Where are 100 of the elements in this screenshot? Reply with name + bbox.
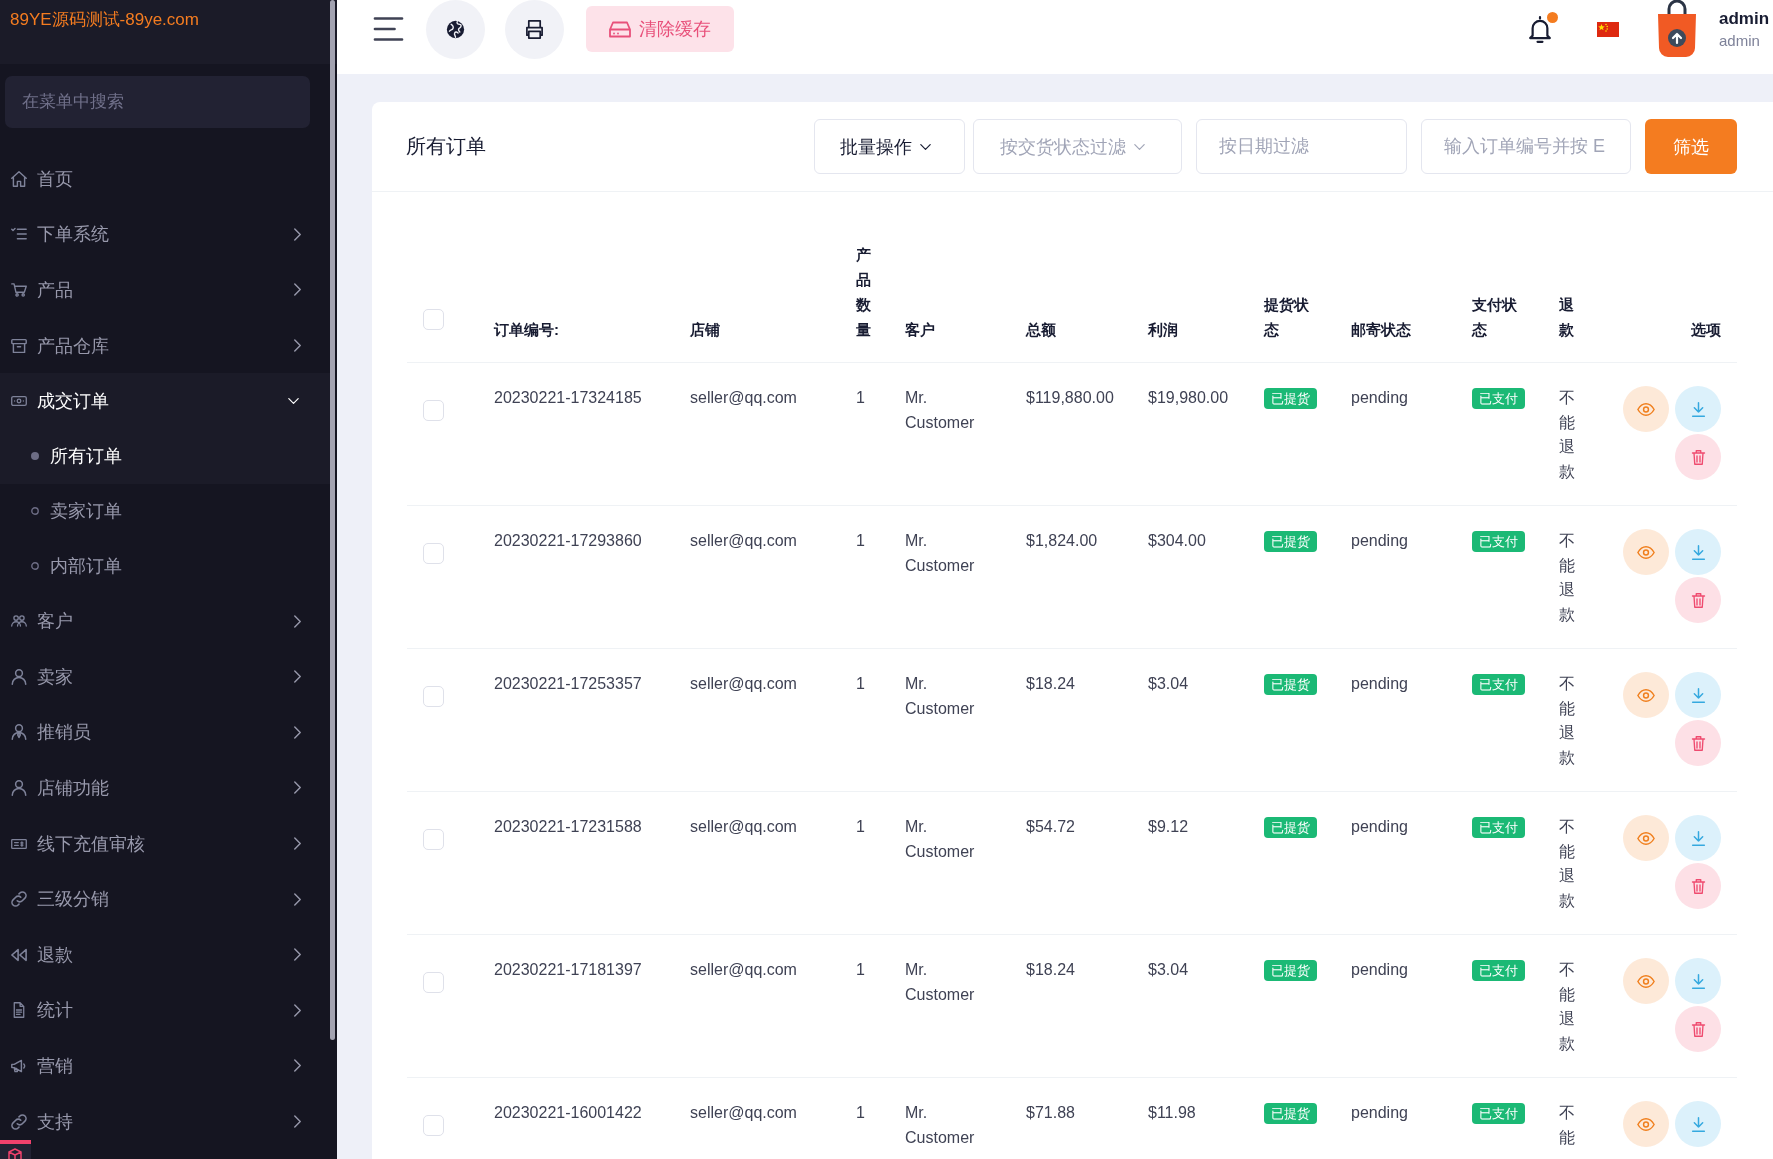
download-button[interactable] xyxy=(1675,815,1721,861)
menu-icon[interactable] xyxy=(372,17,405,41)
chevron-right-icon xyxy=(294,614,301,628)
menu-item[interactable]: 成交订单 xyxy=(0,373,330,429)
logo-text[interactable]: 89YE源码测试-89ye.com xyxy=(10,8,199,32)
view-button[interactable] xyxy=(1623,958,1669,1004)
trash-icon xyxy=(1690,592,1706,608)
bulk-action-dropdown[interactable]: 批量操作 xyxy=(814,119,965,174)
menu-item[interactable]: 推销员 xyxy=(0,704,330,761)
download-icon xyxy=(1690,1116,1706,1132)
download-icon xyxy=(1690,687,1706,703)
row-checkbox[interactable] xyxy=(423,686,444,707)
shop-email: seller@qq.com xyxy=(690,674,798,694)
link-icon xyxy=(11,1113,27,1130)
menu-item[interactable]: 产品仓库 xyxy=(0,317,330,374)
menu-item[interactable]: 支持 xyxy=(0,1093,330,1150)
refund-status: 不能 xyxy=(1559,1103,1575,1148)
menu-item[interactable]: 退款 xyxy=(0,926,330,983)
scrollbar-thumb[interactable] xyxy=(330,0,335,1040)
submenu-item[interactable]: 所有订单 xyxy=(0,428,330,484)
delete-button[interactable] xyxy=(1675,1006,1721,1052)
order-number: 20230221-17181397 xyxy=(494,960,643,980)
quantity-value: 1 xyxy=(856,388,866,408)
quantity-value: 1 xyxy=(856,674,866,694)
submenu-item[interactable]: 卖家订单 xyxy=(0,483,330,539)
row-checkbox[interactable] xyxy=(423,400,444,421)
payment-status-badge: 已支付 xyxy=(1472,674,1525,695)
select-all-checkbox[interactable] xyxy=(423,309,444,330)
user-role: admin xyxy=(1719,31,1761,50)
profit-amount: $3.04 xyxy=(1148,960,1190,980)
menu-item[interactable]: 产品 xyxy=(0,262,330,318)
menu-item[interactable]: 统计 xyxy=(0,982,330,1039)
row-checkbox[interactable] xyxy=(423,972,444,993)
column-header: 总额 xyxy=(1026,320,1057,340)
column-header: 退款 xyxy=(1559,295,1574,340)
submenu-item[interactable]: 内部订单 xyxy=(0,538,330,594)
view-button[interactable] xyxy=(1623,672,1669,718)
download-button[interactable] xyxy=(1675,1101,1721,1147)
menu-item[interactable]: 首页 xyxy=(0,151,330,207)
order-number: 20230221-17253357 xyxy=(494,674,643,694)
view-button[interactable] xyxy=(1623,815,1669,861)
chevron-right-icon xyxy=(294,339,301,353)
view-button[interactable] xyxy=(1623,1101,1669,1147)
trash-icon xyxy=(1690,1021,1706,1037)
customer-name: Mr. Customer xyxy=(905,531,976,576)
order-number: 20230221-17324185 xyxy=(494,388,643,408)
pickup-status-badge: 已提货 xyxy=(1264,674,1317,695)
column-header: 利润 xyxy=(1148,320,1179,340)
bullet-icon xyxy=(31,507,39,516)
column-header: 店铺 xyxy=(690,320,721,340)
user-icon xyxy=(11,779,27,796)
download-button[interactable] xyxy=(1675,958,1721,1004)
shop-email: seller@qq.com xyxy=(690,817,798,837)
menu-item[interactable]: 卖家 xyxy=(0,648,330,705)
menu-item[interactable]: 线下充值审核 xyxy=(0,815,330,872)
download-icon xyxy=(1690,830,1706,846)
search-field[interactable]: 在菜单中搜索 xyxy=(5,76,310,128)
column-header: 选项 xyxy=(1691,320,1722,340)
quantity-value: 1 xyxy=(856,1103,866,1123)
delete-button[interactable] xyxy=(1675,434,1721,480)
eye-icon xyxy=(1637,545,1655,559)
delete-button[interactable] xyxy=(1675,577,1721,623)
cube-icon[interactable] xyxy=(0,1140,31,1159)
delete-button[interactable] xyxy=(1675,863,1721,909)
download-button[interactable] xyxy=(1675,386,1721,432)
delete-button[interactable] xyxy=(1675,720,1721,766)
menu-item[interactable]: 店铺功能 xyxy=(0,760,330,816)
chevron-right-icon xyxy=(294,227,301,241)
shipping-status: pending xyxy=(1351,960,1409,980)
chevron-right-icon xyxy=(294,837,301,851)
order-search-field[interactable]: 输入订单编号并按 E xyxy=(1421,119,1631,174)
home-icon xyxy=(11,170,27,187)
menu-item[interactable]: 营销 xyxy=(0,1038,330,1094)
cart-icon xyxy=(11,282,27,298)
view-button[interactable] xyxy=(1623,529,1669,575)
trash-icon xyxy=(1690,735,1706,751)
customer-name: Mr. Customer xyxy=(905,1103,976,1148)
quantity-value: 1 xyxy=(856,531,866,551)
chevron-right-icon xyxy=(294,283,301,297)
profit-amount: $9.12 xyxy=(1148,817,1190,837)
profit-amount: $3.04 xyxy=(1148,674,1190,694)
menu-item[interactable]: 客户 xyxy=(0,593,330,649)
eye-icon xyxy=(1637,831,1655,845)
eye-icon xyxy=(1637,974,1655,988)
download-button[interactable] xyxy=(1675,672,1721,718)
chevron-right-icon xyxy=(294,670,301,684)
row-checkbox[interactable] xyxy=(423,1115,444,1136)
bell-icon[interactable] xyxy=(1528,15,1552,43)
row-checkbox[interactable] xyxy=(423,829,444,850)
refund-status: 不能退款 xyxy=(1559,960,1575,1054)
menu-item[interactable]: 三级分销 xyxy=(0,871,330,927)
quantity-value: 1 xyxy=(856,960,866,980)
date-filter-field[interactable]: 按日期过滤 xyxy=(1196,119,1407,174)
row-checkbox[interactable] xyxy=(423,543,444,564)
flag-icon[interactable] xyxy=(1597,21,1619,37)
download-button[interactable] xyxy=(1675,529,1721,575)
caret-icon xyxy=(920,143,931,150)
view-button[interactable] xyxy=(1623,386,1669,432)
menu-item[interactable]: 下单系统 xyxy=(0,206,330,263)
user-tie-icon xyxy=(11,724,27,741)
